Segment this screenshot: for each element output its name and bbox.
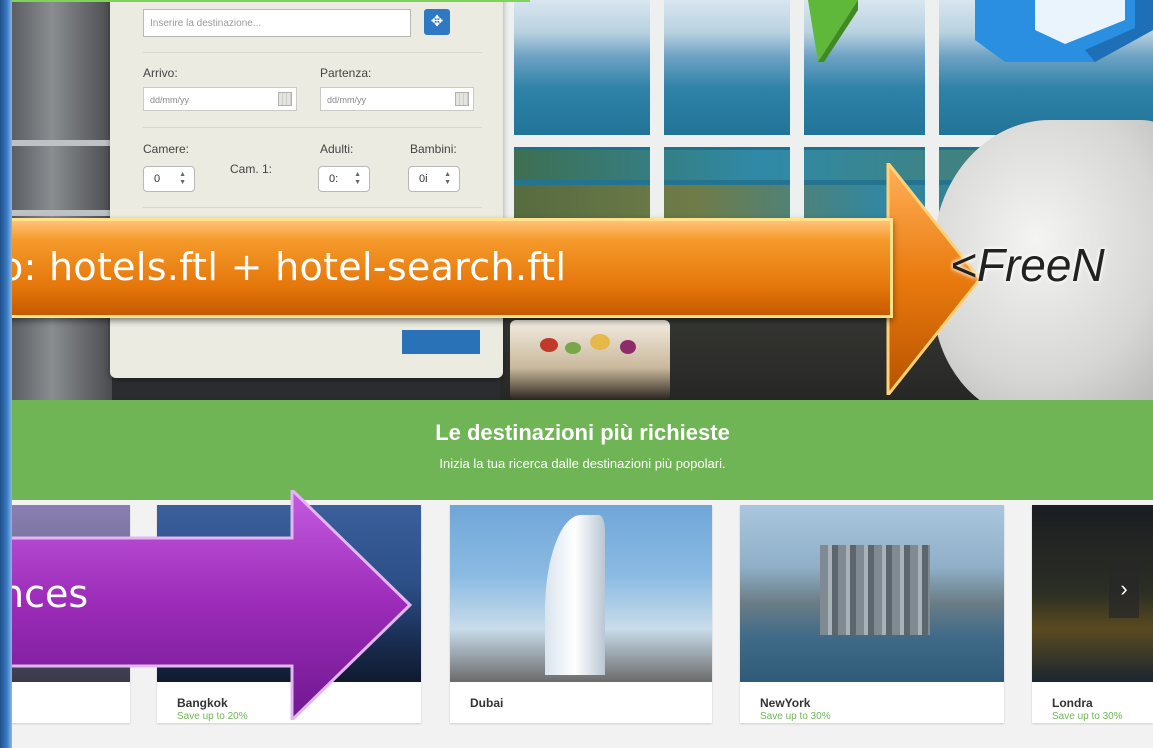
orange-banner-text: o: hotels.ftl + hotel-search.ftl <box>0 245 567 289</box>
destination-name: Londra <box>1052 696 1093 710</box>
purple-callout-text: nces <box>0 572 89 616</box>
destination-card[interactable]: NewYork Save up to 30% <box>740 505 1004 723</box>
arrival-date-placeholder: dd/mm/yy <box>150 95 190 105</box>
calendar-icon[interactable] <box>278 92 292 106</box>
room1-label: Cam. 1: <box>230 162 273 176</box>
rooms-label: Camere: <box>143 142 190 156</box>
hotel-search-panel: Inserire la destinazione... ✥ Arrivo: Pa… <box>110 0 503 378</box>
stepper-arrows-icon[interactable]: ▲ ▼ <box>179 171 186 187</box>
chevron-right-icon: › <box>1120 576 1128 601</box>
crosshair-icon: ✥ <box>430 13 444 30</box>
destination-deal: Save up to 30% <box>760 711 831 722</box>
locate-button[interactable]: ✥ <box>424 9 450 35</box>
calendar-icon[interactable] <box>455 92 469 106</box>
popular-destinations-header: Le destinazioni più richieste Inizia la … <box>12 400 1153 500</box>
breakfast-tray-image <box>510 320 670 400</box>
carousel-next-button[interactable]: › <box>1109 560 1139 618</box>
destination-image <box>450 505 712 682</box>
green-arrow-shape <box>808 0 858 62</box>
rooms-stepper[interactable]: 0 ▲ ▼ <box>143 166 195 192</box>
destination-deal: Save up to 30% <box>1052 711 1123 722</box>
destination-name: Dubai <box>470 696 504 710</box>
left-accent-strip <box>0 0 12 748</box>
adults-label: Adulti: <box>320 142 354 156</box>
rooms-value: 0 <box>154 173 161 185</box>
destination-name: NewYork <box>760 696 811 710</box>
adults-stepper[interactable]: 0: ▲ ▼ <box>318 166 370 192</box>
section-subtitle: Inizia la tua ricerca dalle destinazioni… <box>439 456 726 471</box>
orange-annotation-banner: o: hotels.ftl + hotel-search.ftl <box>0 218 893 318</box>
freemarker-logo-text: <FreeN <box>950 239 1105 291</box>
departure-label: Partenza: <box>320 66 372 80</box>
green-top-line <box>0 0 530 2</box>
destination-card[interactable]: Dubai <box>450 505 712 723</box>
section-title: Le destinazioni più richieste <box>435 420 730 445</box>
room-interior-image <box>12 0 112 400</box>
search-button[interactable] <box>402 330 480 354</box>
destination-image <box>740 505 1004 682</box>
children-stepper[interactable]: 0i ▲ ▼ <box>408 166 460 192</box>
children-value: 0i <box>419 173 428 185</box>
adults-value: 0: <box>329 173 339 185</box>
destination-input[interactable]: Inserire la destinazione... <box>143 9 411 37</box>
departure-date-placeholder: dd/mm/yy <box>327 95 367 105</box>
stepper-arrows-icon[interactable]: ▲ ▼ <box>354 171 361 187</box>
arrival-label: Arrivo: <box>143 66 178 80</box>
arrival-date-input[interactable]: dd/mm/yy <box>143 87 297 111</box>
children-label: Bambini: <box>410 142 457 156</box>
stepper-arrows-icon[interactable]: ▲ ▼ <box>444 171 451 187</box>
departure-date-input[interactable]: dd/mm/yy <box>320 87 474 111</box>
blue-cube-shape <box>975 0 1153 62</box>
